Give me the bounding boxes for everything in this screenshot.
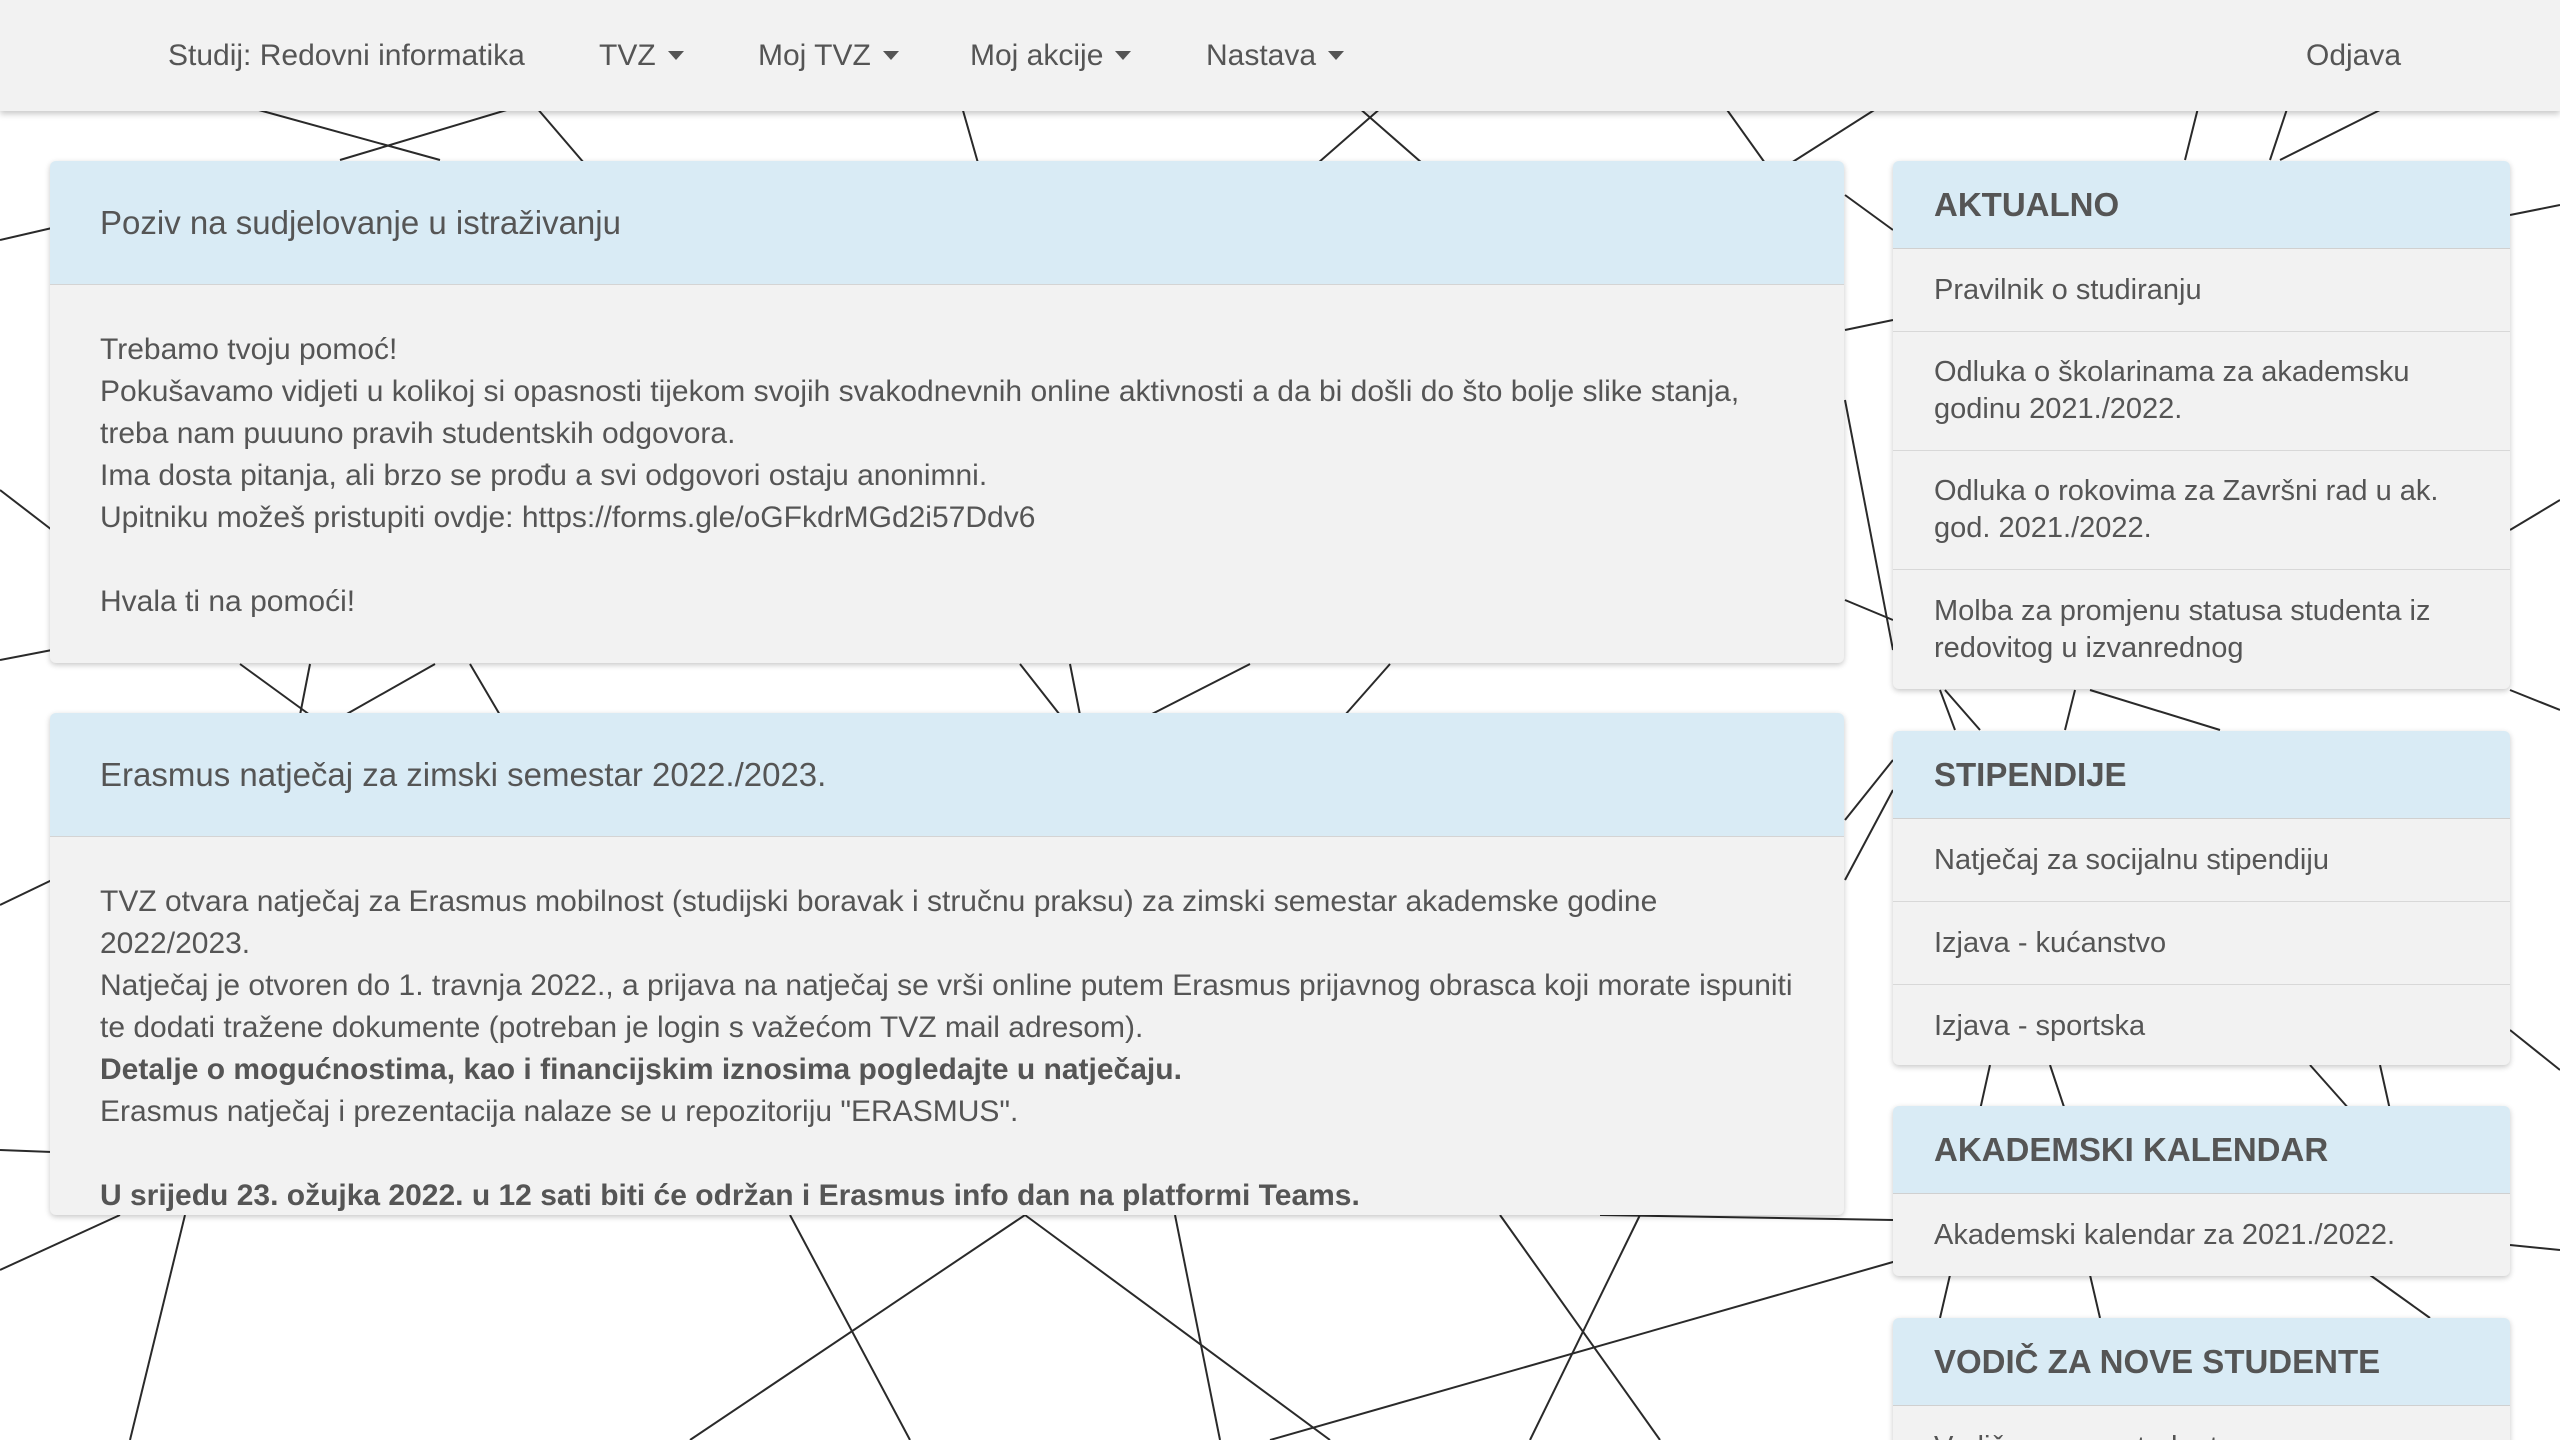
sidebar-link-izjava-kucanstvo[interactable]: Izjava - kućanstvo: [1893, 902, 2510, 985]
post-text: TVZ otvara natječaj za Erasmus mobilnost…: [100, 885, 1658, 960]
sidebar-link-izjava-sportska[interactable]: Izjava - sportska: [1893, 985, 2510, 1065]
post-title: Erasmus natječaj za zimski semestar 2022…: [50, 713, 1844, 837]
sidebar-link-vodic[interactable]: Vodič za nove studente: [1893, 1406, 2510, 1440]
caret-down-icon: [882, 50, 899, 60]
post-text: Pokušavamo vidjeti u kolikoj si opasnost…: [100, 375, 1740, 450]
caret-down-icon: [1328, 50, 1345, 60]
post-text: Ima dosta pitanja, ali brzo se prođu a s…: [100, 459, 988, 492]
nav-tvz-label: TVZ: [599, 39, 656, 72]
caret-down-icon: [667, 50, 684, 60]
nav-studij[interactable]: Studij: Redovni informatika: [168, 0, 525, 111]
nav-moj-tvz-label: Moj TVZ: [758, 39, 871, 72]
sidebar-panel-aktualno: AKTUALNO Pravilnik o studiranju Odluka o…: [1893, 161, 2510, 689]
nav-moj-akcije-dropdown[interactable]: Moj akcije: [970, 0, 1132, 111]
post-body: TVZ otvara natječaj za Erasmus mobilnost…: [50, 837, 1844, 1215]
sidebar-panel-vodic: VODIČ ZA NOVE STUDENTE Vodič za nove stu…: [1893, 1318, 2510, 1440]
post-card-research: Poziv na sudjelovanje u istraživanju Tre…: [50, 161, 1844, 663]
post-body: Trebamo tvoju pomoć! Pokušavamo vidjeti …: [50, 285, 1844, 623]
post-text: Hvala ti na pomoći!: [100, 585, 356, 618]
sidebar-link-pravilnik[interactable]: Pravilnik o studiranju: [1893, 249, 2510, 332]
logout-link[interactable]: Odjava: [2306, 0, 2401, 111]
panel-title: AKTUALNO: [1893, 161, 2510, 249]
post-text: Trebamo tvoju pomoć!: [100, 333, 398, 366]
sidebar-panel-stipendije: STIPENDIJE Natječaj za socijalnu stipend…: [1893, 731, 2510, 1065]
post-text: Natječaj je otvoren do 1. travnja 2022.,…: [100, 969, 1793, 1044]
nav-moj-akcije-label: Moj akcije: [970, 39, 1104, 72]
post-text-bold: Detalje o mogućnostima, kao i financijsk…: [100, 1053, 1182, 1086]
nav-moj-tvz-dropdown[interactable]: Moj TVZ: [758, 0, 899, 111]
nav-nastava-label: Nastava: [1206, 39, 1317, 72]
nav-tvz-dropdown[interactable]: TVZ: [599, 0, 684, 111]
post-text-bold: U srijedu 23. ožujka 2022. u 12 sati bit…: [100, 1179, 1360, 1212]
panel-title: VODIČ ZA NOVE STUDENTE: [1893, 1318, 2510, 1406]
post-card-erasmus: Erasmus natječaj za zimski semestar 2022…: [50, 713, 1844, 1215]
post-text: Erasmus natječaj i prezentacija nalaze s…: [100, 1095, 1019, 1128]
top-navbar: Studij: Redovni informatika TVZ Moj TVZ …: [0, 0, 2560, 111]
caret-down-icon: [1115, 50, 1132, 60]
post-text: Upitniku možeš pristupiti ovdje: https:/…: [100, 501, 1036, 534]
sidebar-link-socijalna-stipendija[interactable]: Natječaj za socijalnu stipendiju: [1893, 819, 2510, 902]
sidebar-link-zavrsni-rad[interactable]: Odluka o rokovima za Završni rad u ak. g…: [1893, 451, 2510, 570]
nav-nastava-dropdown[interactable]: Nastava: [1206, 0, 1345, 111]
sidebar-panel-kalendar: AKADEMSKI KALENDAR Akademski kalendar za…: [1893, 1106, 2510, 1276]
panel-title: STIPENDIJE: [1893, 731, 2510, 819]
sidebar-link-akademski-kalendar[interactable]: Akademski kalendar za 2021./2022.: [1893, 1194, 2510, 1276]
panel-title: AKADEMSKI KALENDAR: [1893, 1106, 2510, 1194]
post-title: Poziv na sudjelovanje u istraživanju: [50, 161, 1844, 285]
sidebar-link-skolarine[interactable]: Odluka o školarinama za akademsku godinu…: [1893, 332, 2510, 451]
sidebar-link-promjena-statusa[interactable]: Molba za promjenu statusa studenta iz re…: [1893, 570, 2510, 689]
